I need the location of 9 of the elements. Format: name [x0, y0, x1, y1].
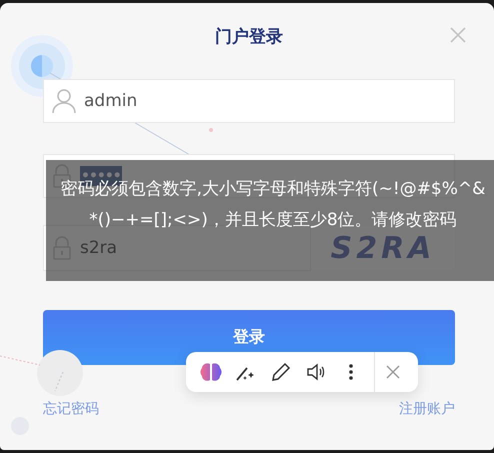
- dashed-line: [0, 356, 40, 366]
- dot-decoration: [209, 128, 213, 132]
- dialog-title: 门户登录: [215, 26, 283, 48]
- circle-decoration: [37, 350, 83, 396]
- dashed-line: [54, 372, 64, 392]
- username-field[interactable]: admin: [43, 79, 455, 123]
- forgot-password-link[interactable]: 忘记密码: [43, 400, 99, 418]
- register-link[interactable]: 注册账户: [399, 400, 455, 418]
- user-icon: [52, 88, 76, 114]
